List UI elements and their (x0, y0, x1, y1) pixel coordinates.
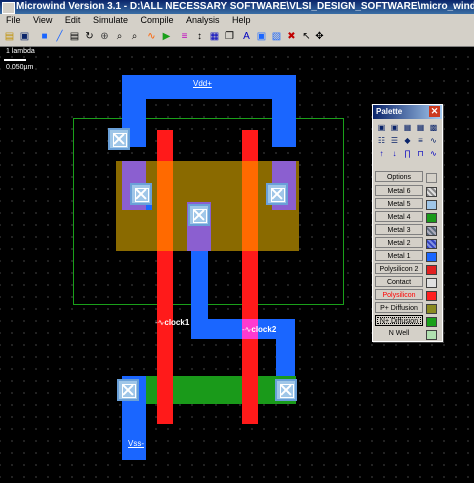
layer-metal4[interactable]: Metal 4 (375, 211, 438, 223)
clock2-label: -∿clock2 (242, 325, 277, 334)
via-tool-icon[interactable]: ▣ (389, 122, 400, 133)
layer-swatch (426, 226, 437, 236)
window-title: Microwind Version 3.1 - D:\ALL NECESSARY… (16, 1, 474, 12)
zoom-out-icon[interactable]: ⌕ (128, 30, 141, 43)
poly-gate-clock1-over-pdiff (157, 161, 173, 251)
erase-icon[interactable]: ✖ (285, 30, 298, 43)
cross-section-icon[interactable]: ≡ (178, 30, 191, 43)
box-icon[interactable]: ■ (38, 30, 51, 43)
pmos-tool-icon[interactable]: ☰ (389, 135, 400, 146)
layer-swatch (426, 252, 437, 262)
diode-tool-icon[interactable]: ◆ (402, 135, 413, 146)
layer-metal6[interactable]: Metal 6 (375, 185, 438, 197)
sine-tool-icon[interactable]: ∿ (428, 148, 439, 159)
poly-gate-clock2-over-pdiff (242, 161, 258, 251)
menu-view[interactable]: View (33, 15, 52, 25)
measure-icon[interactable]: ↕ (193, 30, 206, 43)
zoom-in-icon[interactable]: ⌕ (113, 30, 126, 43)
palette-title: Palette (376, 107, 403, 116)
app-icon (2, 2, 15, 14)
menu-edit[interactable]: Edit (65, 15, 81, 25)
move-icon[interactable]: ▦ (208, 30, 221, 43)
contact-source-left[interactable] (130, 183, 152, 205)
layer-metal5[interactable]: Metal 5 (375, 198, 438, 210)
window-title-bar: Microwind Version 3.1 - D:\ALL NECESSARY… (0, 0, 474, 14)
pointer-icon[interactable]: ↖ (300, 30, 313, 43)
menu-simulate[interactable]: Simulate (93, 15, 128, 25)
contact-source-right[interactable] (266, 183, 288, 205)
palette-tools: ▣ ▣ ▦ ▦ ▩ ☷ ☰ ◆ ≡ ∿ ↑ ↓ ∏ ⊓ ∿ (373, 119, 442, 160)
scale-value-label: 0.050µm (6, 64, 34, 71)
menu-analysis[interactable]: Analysis (186, 15, 220, 25)
layer-swatch (426, 304, 437, 314)
metal1-vdd-right-drop[interactable] (272, 97, 296, 147)
layer-swatch (426, 200, 437, 210)
layer-swatch (426, 265, 437, 275)
nmos-tool-icon[interactable]: ☷ (376, 135, 387, 146)
palette-panel: Palette ✕ ▣ ▣ ▦ ▦ ▩ ☷ ☰ ◆ ≡ ∿ ↑ ↓ ∏ ⊓ ∿ … (372, 104, 443, 342)
vss-tool-icon[interactable]: ↓ (389, 148, 400, 159)
mirror-icon[interactable]: A (240, 30, 253, 43)
layer-swatch (426, 278, 437, 288)
palette-title-bar: Palette ✕ (373, 105, 442, 119)
layer-polysilicon[interactable]: Polysilicon (375, 289, 438, 301)
via2-tool-icon[interactable]: ▦ (402, 122, 413, 133)
layer-swatch (426, 173, 437, 183)
menu-bar: File View Edit Simulate Compile Analysis… (0, 14, 474, 27)
copy-icon[interactable]: ❐ (223, 30, 236, 43)
metal1-output-vertical[interactable] (191, 251, 208, 324)
layer-swatch (426, 291, 437, 301)
pulse-tool-icon[interactable]: ⊓ (415, 148, 426, 159)
layer-polysilicon2[interactable]: Polysilicon 2 (375, 263, 438, 275)
text-icon[interactable]: ▤ (68, 30, 81, 43)
close-icon[interactable]: ✕ (429, 106, 440, 117)
pad-tool-icon[interactable]: ▩ (428, 122, 439, 133)
line-icon[interactable]: ╱ (53, 30, 66, 43)
scale-lambda-label: 1 lambda (6, 48, 35, 55)
layer-p-diffusion[interactable]: P+ Diffusion (375, 302, 438, 314)
layer-n-diffusion[interactable]: N+ Diffusion (375, 315, 438, 327)
scale-bar (4, 59, 26, 61)
clock1-label: -∿clock1 (155, 318, 190, 327)
stretch-icon[interactable]: ▧ (270, 30, 283, 43)
navigate-icon[interactable]: ✥ (313, 30, 326, 43)
run-icon[interactable]: ▶ (160, 30, 173, 43)
contact-tool-icon[interactable]: ▣ (376, 122, 387, 133)
open-folder-icon[interactable]: ▤ (3, 30, 16, 43)
capacitor-tool-icon[interactable]: ≡ (415, 135, 426, 146)
layer-swatch (426, 330, 437, 340)
menu-help[interactable]: Help (232, 15, 251, 25)
contact-icon[interactable]: ⊕ (98, 30, 111, 43)
vdd-label: Vdd+ (193, 79, 212, 88)
save-icon[interactable]: ▣ (18, 30, 31, 43)
layer-metal3[interactable]: Metal 3 (375, 224, 438, 236)
layer-options[interactable]: Options (375, 171, 438, 183)
layer-metal1[interactable]: Metal 1 (375, 250, 438, 262)
contact-vdd-left[interactable] (108, 128, 130, 150)
layer-swatch (426, 187, 437, 197)
vdd-tool-icon[interactable]: ↑ (376, 148, 387, 159)
toolbar: ▤ ▣ ■ ╱ ▤ ↻ ⊕ ⌕ ⌕ ∿ ▶ ≡ ↕ ▦ ❐ A ▣ ▧ ✖ ↖ … (0, 27, 474, 47)
contact-drain-center[interactable] (188, 204, 210, 226)
layer-swatch (426, 213, 437, 223)
rotate-icon[interactable]: ↻ (83, 30, 96, 43)
via3-tool-icon[interactable]: ▦ (415, 122, 426, 133)
layer-metal2[interactable]: Metal 2 (375, 237, 438, 249)
n-diffusion[interactable] (122, 376, 296, 404)
vss-label: Vss- (128, 439, 144, 448)
contact-output-ndiff[interactable] (275, 379, 297, 401)
menu-compile[interactable]: Compile (140, 15, 173, 25)
menu-file[interactable]: File (6, 15, 21, 25)
flip-icon[interactable]: ▣ (255, 30, 268, 43)
inductor-tool-icon[interactable]: ∿ (428, 135, 439, 146)
clock-tool-icon[interactable]: ∏ (402, 148, 413, 159)
layer-contact[interactable]: Contact (375, 276, 438, 288)
contact-vss[interactable] (117, 379, 139, 401)
layer-n-well[interactable]: N Well (375, 328, 438, 340)
simulate-icon[interactable]: ∿ (145, 30, 158, 43)
layer-swatch (426, 317, 437, 327)
layer-swatch (426, 239, 437, 249)
